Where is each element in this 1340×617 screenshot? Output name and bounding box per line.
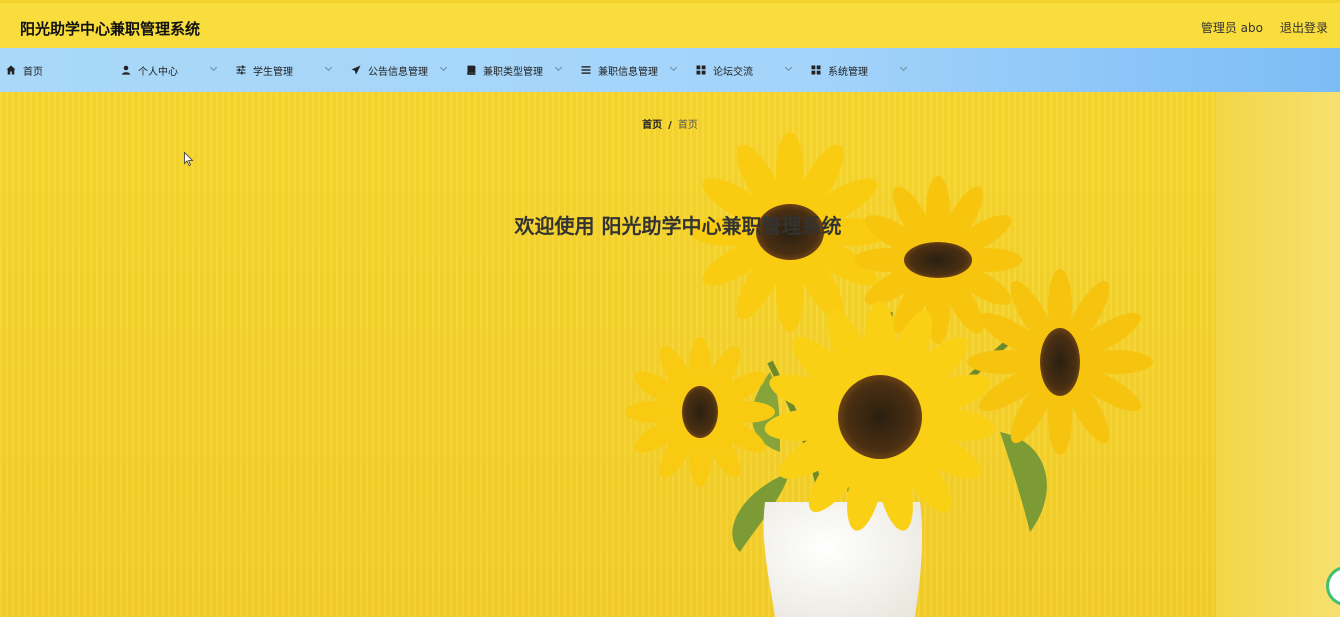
logout-link[interactable]: 退出登录 [1280, 19, 1328, 36]
banner-right-strip [1216, 92, 1340, 617]
nav-label-home: 首页 [23, 66, 43, 78]
chevron-down-icon [669, 63, 678, 72]
nav-label-announcement-management: 公告信息管理 [368, 66, 428, 78]
nav-label-system-management: 系统管理 [828, 66, 868, 78]
main-nav: 首页 个人中心 学生管理 公告信息管理 兼职类型管理 兼职信息管理 论坛交流 系… [0, 48, 1340, 92]
user-icon [121, 65, 131, 75]
breadcrumb-home-link[interactable]: 首页 [642, 120, 662, 131]
nav-item-personal-center[interactable]: 个人中心 [121, 48, 218, 92]
list-icon [581, 65, 591, 75]
top-header: 阳光助学中心兼职管理系统 管理员 abo 退出登录 [0, 0, 1340, 48]
breadcrumb: 首页 / 首页 [0, 116, 1340, 131]
app-title: 阳光助学中心兼职管理系统 [20, 20, 201, 38]
admin-user-label[interactable]: 管理员 abo [1201, 19, 1263, 36]
mouse-cursor-icon [184, 152, 194, 167]
nav-item-job-info-management[interactable]: 兼职信息管理 [581, 48, 678, 92]
nav-label-student-management: 学生管理 [253, 66, 293, 78]
chevron-down-icon [439, 63, 448, 72]
nav-item-system-management[interactable]: 系统管理 [811, 48, 908, 92]
grid-icon [696, 65, 706, 75]
nav-item-announcement-management[interactable]: 公告信息管理 [351, 48, 448, 92]
chevron-down-icon [209, 63, 218, 72]
nav-item-forum[interactable]: 论坛交流 [696, 48, 793, 92]
nav-label-personal-center: 个人中心 [138, 66, 178, 78]
grid-icon [811, 65, 821, 75]
sunflower-bouquet-image [625, 132, 1153, 617]
welcome-heading: 欢迎使用 阳光助学中心兼职管理系统 [514, 214, 842, 238]
nav-label-forum: 论坛交流 [713, 66, 753, 78]
sliders-icon [236, 65, 246, 75]
chevron-down-icon [784, 63, 793, 72]
breadcrumb-current: 首页 [677, 120, 698, 131]
nav-item-student-management[interactable]: 学生管理 [236, 48, 333, 92]
nav-item-job-type-management[interactable]: 兼职类型管理 [466, 48, 563, 92]
nav-label-job-info-management: 兼职信息管理 [598, 66, 658, 78]
book-icon [466, 65, 476, 75]
chevron-down-icon [899, 63, 908, 72]
user-area: 管理员 abo 退出登录 [1201, 19, 1328, 36]
send-icon [351, 65, 361, 75]
breadcrumb-separator: / [668, 120, 672, 131]
home-icon [6, 65, 16, 75]
nav-item-home[interactable]: 首页 [6, 48, 43, 92]
chevron-down-icon [554, 63, 563, 72]
chevron-down-icon [324, 63, 333, 72]
home-banner: 首页 / 首页 欢迎使用 阳光助学中心兼职管理系统 [0, 92, 1340, 617]
nav-label-job-type-management: 兼职类型管理 [483, 66, 543, 78]
